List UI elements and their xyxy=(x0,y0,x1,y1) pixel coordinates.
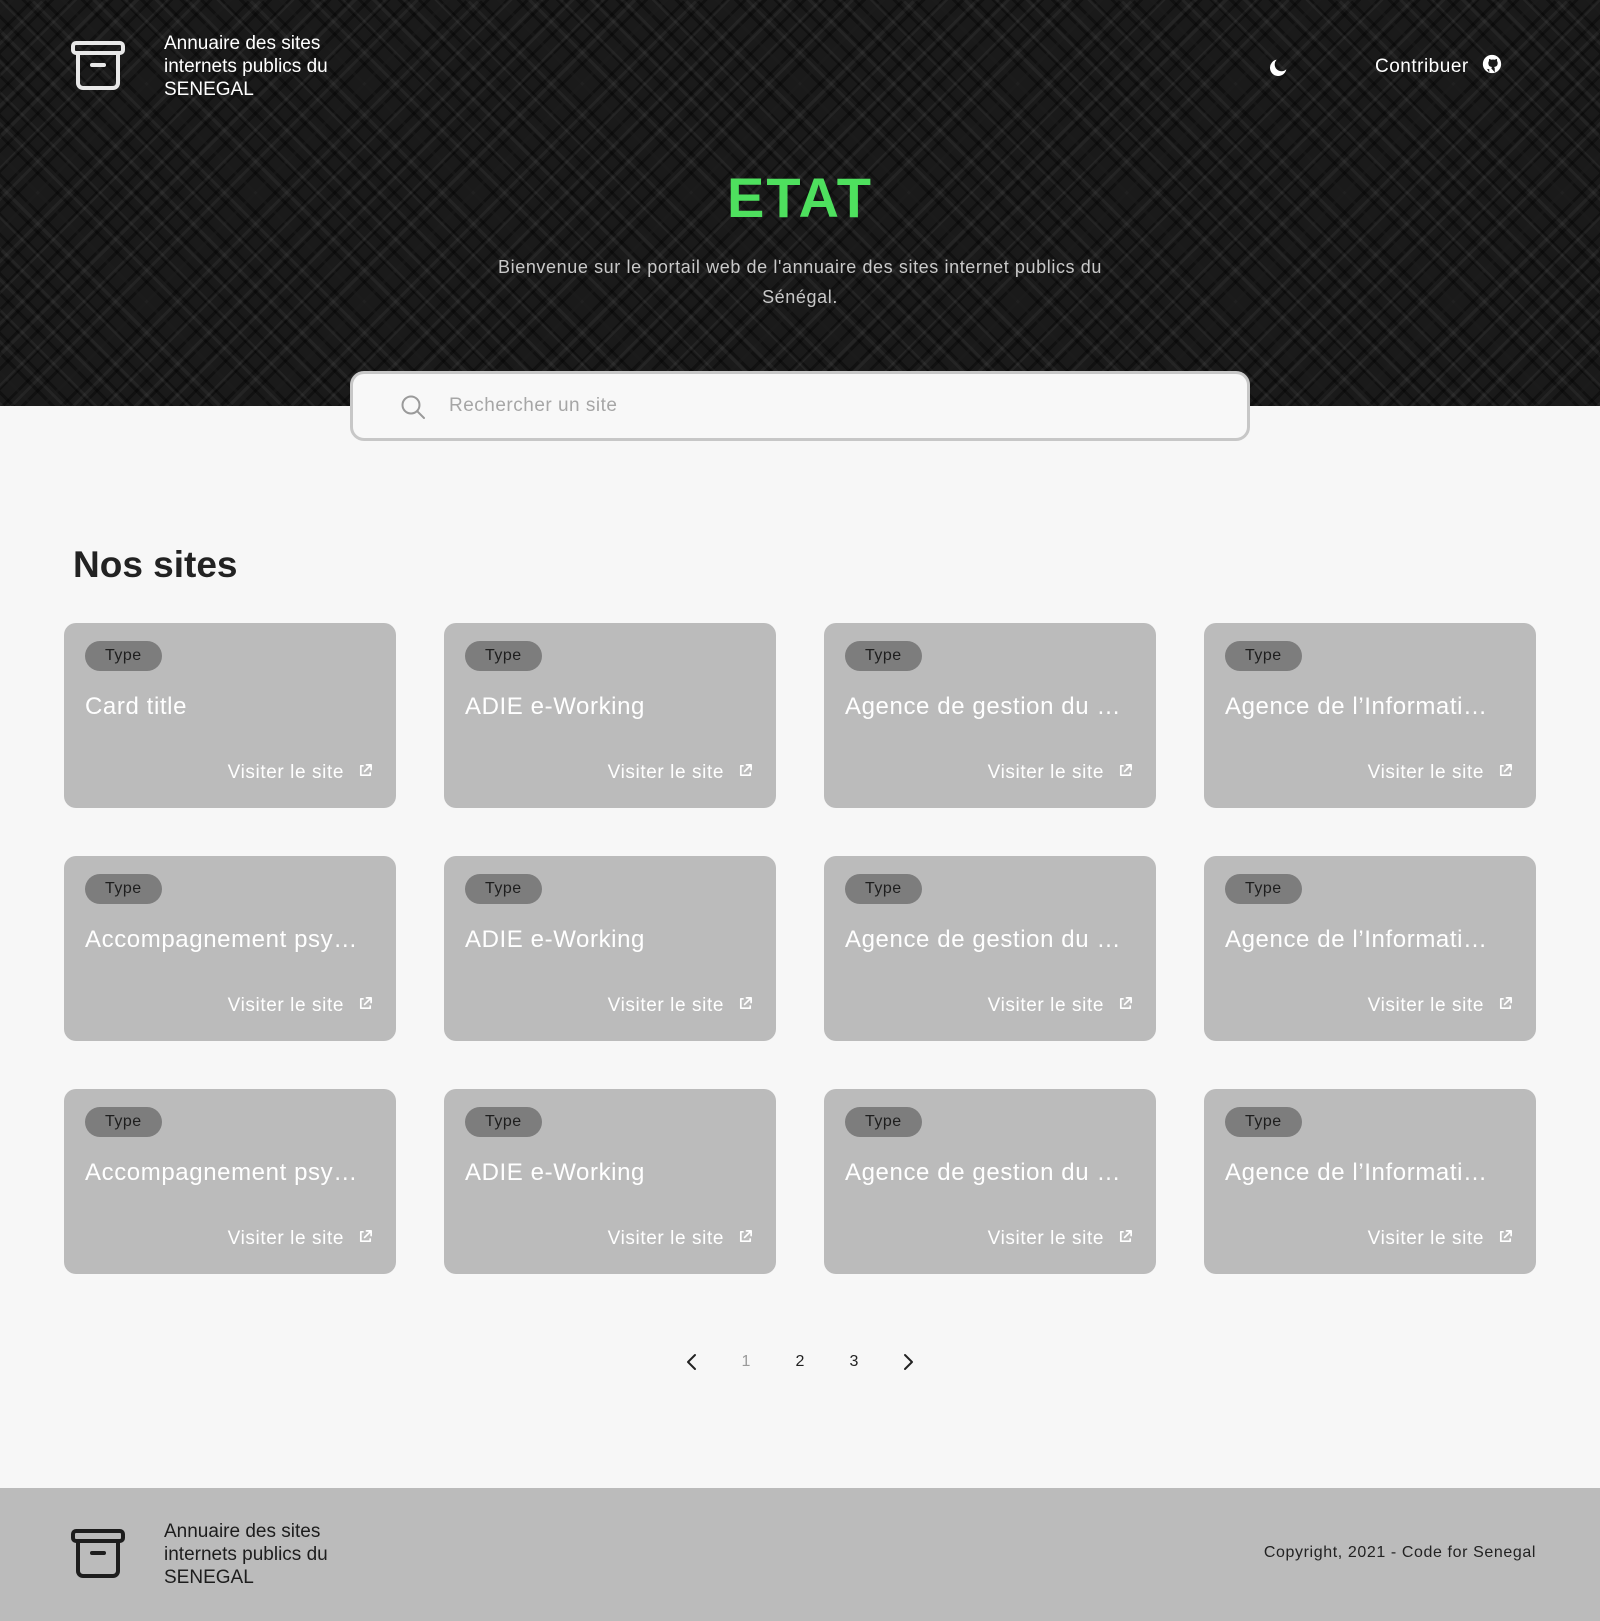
type-badge: Type xyxy=(85,874,162,904)
visit-site-label: Visiter le site xyxy=(987,762,1104,783)
site-card[interactable]: Type Agence de l’Informati… Visiter le sit… xyxy=(1204,623,1536,808)
type-badge: Type xyxy=(85,1107,162,1137)
moon-icon[interactable] xyxy=(1266,54,1292,80)
card-title: Agence de gestion du … xyxy=(845,693,1122,720)
type-badge: Type xyxy=(845,641,922,671)
chevron-right-icon[interactable] xyxy=(896,1350,920,1374)
type-badge: Type xyxy=(465,1107,542,1137)
site-card[interactable]: Type ADIE e-Working Visiter le site xyxy=(444,623,776,808)
visit-site-link[interactable]: Visiter le site xyxy=(608,762,753,784)
visit-site-link[interactable]: Visiter le site xyxy=(228,995,373,1017)
card-title: Card title xyxy=(85,693,188,720)
site-brand[interactable]: Annuaire des sites internets publics du … xyxy=(164,32,394,101)
type-badge: Type xyxy=(845,1107,922,1137)
chevron-left-icon[interactable] xyxy=(680,1350,704,1374)
external-link-icon xyxy=(738,1228,753,1250)
external-link-icon xyxy=(1118,762,1133,784)
section-title: Nos sites xyxy=(73,544,238,585)
search-icon xyxy=(400,394,426,420)
search-bar[interactable] xyxy=(350,371,1250,441)
site-card[interactable]: Type Agence de gestion du … Visiter le sit… xyxy=(824,1089,1156,1274)
site-card[interactable]: Type Agence de l’Informati… Visiter le sit… xyxy=(1204,1089,1536,1274)
visit-site-link[interactable]: Visiter le site xyxy=(1368,995,1513,1017)
search-input[interactable] xyxy=(449,386,1219,426)
card-title: Accompagnement psy… xyxy=(85,926,358,953)
type-badge: Type xyxy=(1225,1107,1302,1137)
visit-site-label: Visiter le site xyxy=(607,1228,724,1249)
visit-site-label: Visiter le site xyxy=(607,995,724,1016)
hero-subtitle: Bienvenue sur le portail web de l'annuai… xyxy=(498,257,1102,307)
external-link-icon xyxy=(1118,995,1133,1017)
visit-site-link[interactable]: Visiter le site xyxy=(988,995,1133,1017)
visit-site-link[interactable]: Visiter le site xyxy=(988,762,1133,784)
external-link-icon xyxy=(1118,1228,1133,1250)
visit-site-label: Visiter le site xyxy=(987,1228,1104,1249)
visit-site-label: Visiter le site xyxy=(1367,1228,1484,1249)
site-card[interactable]: Type Agence de l’Informati… Visiter le sit… xyxy=(1204,856,1536,1041)
visit-site-link[interactable]: Visiter le site xyxy=(608,1228,753,1250)
visit-site-link[interactable]: Visiter le site xyxy=(988,1228,1133,1250)
card-title: Agence de l’Informati… xyxy=(1225,926,1488,953)
hero-header: Annuaire des sites internets publics du … xyxy=(0,0,1600,406)
type-badge: Type xyxy=(845,874,922,904)
site-card[interactable]: Type Agence de gestion du … Visiter le sit… xyxy=(824,623,1156,808)
external-link-icon xyxy=(1498,995,1513,1017)
visit-site-link[interactable]: Visiter le site xyxy=(1368,762,1513,784)
external-link-icon xyxy=(1498,762,1513,784)
visit-site-link[interactable]: Visiter le site xyxy=(228,762,373,784)
visit-site-label: Visiter le site xyxy=(987,995,1104,1016)
page-number-3[interactable]: 3 xyxy=(842,1350,866,1374)
external-link-icon xyxy=(1498,1228,1513,1250)
visit-site-label: Visiter le site xyxy=(227,995,344,1016)
site-card[interactable]: Type ADIE e-Working Visiter le site xyxy=(444,856,776,1041)
visit-site-label: Visiter le site xyxy=(607,762,724,783)
site-card-grid: Type Card title Visiter le site Type ADIE e-… xyxy=(64,623,1536,1274)
site-card[interactable]: Type Accompagnement psy… Visiter le site xyxy=(64,1089,396,1274)
external-link-icon xyxy=(738,762,753,784)
contribute-label: Contribuer xyxy=(1375,56,1469,77)
card-title: ADIE e-Working xyxy=(465,693,646,720)
archive-box-icon[interactable] xyxy=(70,40,126,92)
card-title: ADIE e-Working xyxy=(465,926,646,953)
visit-site-label: Visiter le site xyxy=(227,1228,344,1249)
visit-site-label: Visiter le site xyxy=(1367,995,1484,1016)
type-badge: Type xyxy=(1225,641,1302,671)
page-number-2[interactable]: 2 xyxy=(788,1350,812,1374)
visit-site-label: Visiter le site xyxy=(1367,762,1484,783)
card-title: Accompagnement psy… xyxy=(85,1159,358,1186)
hero-title: ETAT xyxy=(727,166,873,229)
type-badge: Type xyxy=(1225,874,1302,904)
footer: Annuaire des sites internets publics du … xyxy=(0,1488,1600,1621)
external-link-icon xyxy=(738,995,753,1017)
visit-site-link[interactable]: Visiter le site xyxy=(1368,1228,1513,1250)
card-title: Agence de gestion du … xyxy=(845,926,1122,953)
site-card[interactable]: Type Accompagnement psy… Visiter le site xyxy=(64,856,396,1041)
footer-brand[interactable]: Annuaire des sites internets publics du … xyxy=(164,1520,394,1589)
card-title: Agence de l’Informati… xyxy=(1225,1159,1488,1186)
visit-site-link[interactable]: Visiter le site xyxy=(228,1228,373,1250)
site-card[interactable]: Type Agence de gestion du … Visiter le sit… xyxy=(824,856,1156,1041)
type-badge: Type xyxy=(465,641,542,671)
external-link-icon xyxy=(358,1228,373,1250)
archive-box-icon[interactable] xyxy=(70,1528,126,1580)
visit-site-label: Visiter le site xyxy=(227,762,344,783)
card-title: ADIE e-Working xyxy=(465,1159,646,1186)
card-title: Agence de l’Informati… xyxy=(1225,693,1488,720)
contribute-link[interactable]: Contribuer xyxy=(1375,52,1503,82)
page-number-1[interactable]: 1 xyxy=(734,1350,758,1374)
type-badge: Type xyxy=(85,641,162,671)
card-title: Agence de gestion du … xyxy=(845,1159,1122,1186)
visit-site-link[interactable]: Visiter le site xyxy=(608,995,753,1017)
site-card[interactable]: Type Card title Visiter le site xyxy=(64,623,396,808)
type-badge: Type xyxy=(465,874,542,904)
copyright-text: Copyright, 2021 - Code for Senegal xyxy=(1263,1544,1536,1561)
pagination: 1 2 3 xyxy=(680,1350,920,1374)
github-icon xyxy=(1481,53,1503,81)
external-link-icon xyxy=(358,762,373,784)
external-link-icon xyxy=(358,995,373,1017)
site-card[interactable]: Type ADIE e-Working Visiter le site xyxy=(444,1089,776,1274)
